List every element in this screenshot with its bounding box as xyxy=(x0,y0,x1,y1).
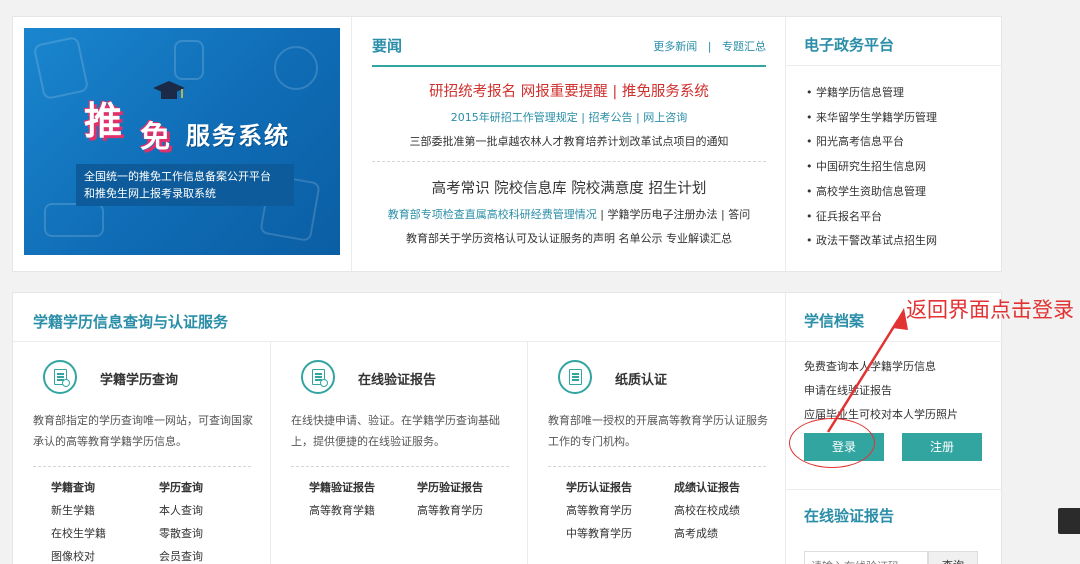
news-subline-3-rest[interactable]: | 学籍学历电子注册办法 | 答问 xyxy=(597,208,750,221)
news-panel: 要闻 更多新闻 | 专题汇总 研招统考报名 网报重要提醒 | 推免服务系统 20… xyxy=(351,17,785,271)
online-verify-title: 在线验证报告 xyxy=(804,507,895,525)
news-subline-3[interactable]: 教育部专项检查直属高校科研经费管理情况 | 学籍学历电子注册办法 | 答问 xyxy=(372,206,766,222)
service-link[interactable]: 高等教育学历 xyxy=(566,501,674,521)
news-headline-1[interactable]: 研招统考报名 网报重要提醒 | 推免服务系统 xyxy=(372,80,766,101)
service-link[interactable]: 中等教育学历 xyxy=(566,524,674,544)
verify-search-button[interactable]: 查询 xyxy=(928,551,978,564)
banner-sketch-laptop xyxy=(44,203,104,237)
banner-sketch-book xyxy=(32,35,90,101)
service-link[interactable]: 学历认证报告 xyxy=(566,478,674,498)
service-link[interactable]: 在校生学籍 xyxy=(51,524,159,544)
service-column-desc: 在线快捷申请、验证。在学籍学历查询基础上，提供便捷的在线验证服务。 xyxy=(291,414,500,448)
service-link[interactable]: 学籍查询 xyxy=(51,478,159,498)
service-column-divider xyxy=(291,466,509,467)
service-column-divider xyxy=(548,466,766,467)
service-link[interactable]: 学籍验证报告 xyxy=(309,478,417,498)
service-column-desc: 教育部指定的学历查询唯一网站，可查询国家承认的高等教育学籍学历信息。 xyxy=(33,414,253,448)
news-subline-4[interactable]: 教育部关于学历资格认可及认证服务的声明 名单公示 专业解读汇总 xyxy=(372,230,766,246)
topics-link[interactable]: 专题汇总 xyxy=(722,40,766,53)
graduation-cap-icon xyxy=(153,81,185,99)
platform-item[interactable]: 来华留学生学籍学历管理 xyxy=(806,106,937,131)
service-column-title[interactable]: 学籍学历查询 xyxy=(100,369,178,388)
certificate-icon xyxy=(558,360,592,394)
service-link[interactable]: 图像校对 xyxy=(51,547,159,564)
service-column-title[interactable]: 在线验证报告 xyxy=(358,369,436,388)
service-column-desc: 教育部唯一授权的开展高等教育学历认证服务工作的专门机构。 xyxy=(548,414,768,448)
banner-title-mian: 免 xyxy=(140,120,170,155)
service-links: 学历认证报告 成绩认证报告 高等教育学历 高校在校成绩 中等教育学历 高考成绩 xyxy=(566,478,774,544)
banner-description: 全国统一的推免工作信息备案公开平台 和推免生网上报考录取系统 xyxy=(76,164,294,206)
document-search-icon xyxy=(43,360,77,394)
banner-desc-line: 和推免生网上报考录取系统 xyxy=(84,187,216,200)
banner-title-tui: 推 xyxy=(84,98,124,143)
platform-title: 电子政务平台 xyxy=(804,36,895,54)
news-divider xyxy=(372,161,766,162)
egov-platform-panel: 电子政务平台 学籍学历信息管理 来华留学生学籍学历管理 阳光高考信息平台 中国研… xyxy=(785,17,1002,271)
news-subline-1[interactable]: 2015年研招工作管理规定 | 招考公告 | 网上咨询 xyxy=(372,109,766,125)
platform-item[interactable]: 政法干警改革试点招生网 xyxy=(806,229,937,254)
platform-item[interactable]: 学籍学历信息管理 xyxy=(806,81,937,106)
tuimian-banner[interactable]: 推 免 服务系统 全国统一的推免工作信息备案公开平台 和推免生网上报考录取系统 xyxy=(24,28,340,255)
annotation-arrow-icon xyxy=(826,308,908,433)
service-column-online-verify: 在线验证报告 在线快捷申请、验证。在学籍学历查询基础上，提供便捷的在线验证服务。… xyxy=(270,342,527,564)
service-link[interactable]: 零散查询 xyxy=(159,524,259,544)
service-column-title[interactable]: 纸质认证 xyxy=(615,369,667,388)
services-title: 学籍学历信息查询与认证服务 xyxy=(33,313,229,331)
service-link[interactable]: 高等教育学历 xyxy=(417,501,517,521)
news-title: 要闻 xyxy=(372,37,403,55)
service-column-paper-cert: 纸质认证 教育部唯一授权的开展高等教育学历认证服务工作的专门机构。 学历认证报告… xyxy=(527,342,784,564)
top-section: 推 免 服务系统 全国统一的推免工作信息备案公开平台 和推免生网上报考录取系统 … xyxy=(12,16,1002,272)
banner-title-system: 服务系统 xyxy=(186,122,290,150)
header-separator: | xyxy=(707,40,712,53)
service-link[interactable]: 高等教育学籍 xyxy=(309,501,417,521)
news-subline-2[interactable]: 三部委批准第一批卓越农林人才教育培养计划改革试点项目的通知 xyxy=(372,133,766,149)
banner-desc-line: 全国统一的推免工作信息备案公开平台 xyxy=(84,170,271,183)
platform-list: 学籍学历信息管理 来华留学生学籍学历管理 阳光高考信息平台 中国研究生招生信息网… xyxy=(806,81,937,254)
news-headline-2[interactable]: 高考常识 院校信息库 院校满意度 招生计划 xyxy=(372,177,766,198)
platform-item[interactable]: 阳光高考信息平台 xyxy=(806,130,937,155)
platform-item[interactable]: 中国研究生招生信息网 xyxy=(806,155,937,180)
platform-item[interactable]: 征兵报名平台 xyxy=(806,205,937,230)
side-tab[interactable] xyxy=(1058,508,1080,534)
news-subline-3-blue[interactable]: 教育部专项检查直属高校科研经费管理情况 xyxy=(388,208,597,221)
archive-divider xyxy=(786,489,1002,490)
more-news-link[interactable]: 更多新闻 xyxy=(653,40,697,53)
service-column-divider xyxy=(33,466,251,467)
annotation-note: 返回界面点击登录 xyxy=(906,298,1074,322)
service-link[interactable]: 新生学籍 xyxy=(51,501,159,521)
banner-title: 推 免 服务系统 xyxy=(82,81,332,156)
service-link[interactable]: 学历查询 xyxy=(159,478,259,498)
service-link[interactable]: 会员查询 xyxy=(159,547,259,564)
service-link[interactable]: 高考成绩 xyxy=(674,524,774,544)
service-column-xueli: 学籍学历查询 教育部指定的学历查询唯一网站，可查询国家承认的高等教育学籍学历信息… xyxy=(13,342,270,564)
service-links: 学籍查询 学历查询 新生学籍 本人查询 在校生学籍 零散查询 图像校对 会员查询 xyxy=(51,478,259,564)
banner-sketch-globe xyxy=(274,46,318,90)
news-header-links: 更多新闻 | 专题汇总 xyxy=(653,38,766,54)
platform-item[interactable]: 高校学生资助信息管理 xyxy=(806,180,937,205)
verify-code-input[interactable] xyxy=(804,551,928,564)
service-link[interactable]: 学历验证报告 xyxy=(417,478,517,498)
platform-divider xyxy=(786,65,1002,66)
service-link[interactable]: 本人查询 xyxy=(159,501,259,521)
banner-sketch-cup xyxy=(174,40,204,80)
service-links: 学籍验证报告 学历验证报告 高等教育学籍 高等教育学历 xyxy=(309,478,517,521)
service-link[interactable]: 高校在校成绩 xyxy=(674,501,774,521)
news-header: 要闻 更多新闻 | 专题汇总 xyxy=(372,35,766,67)
verify-report-icon xyxy=(301,360,335,394)
service-link[interactable]: 成绩认证报告 xyxy=(674,478,774,498)
